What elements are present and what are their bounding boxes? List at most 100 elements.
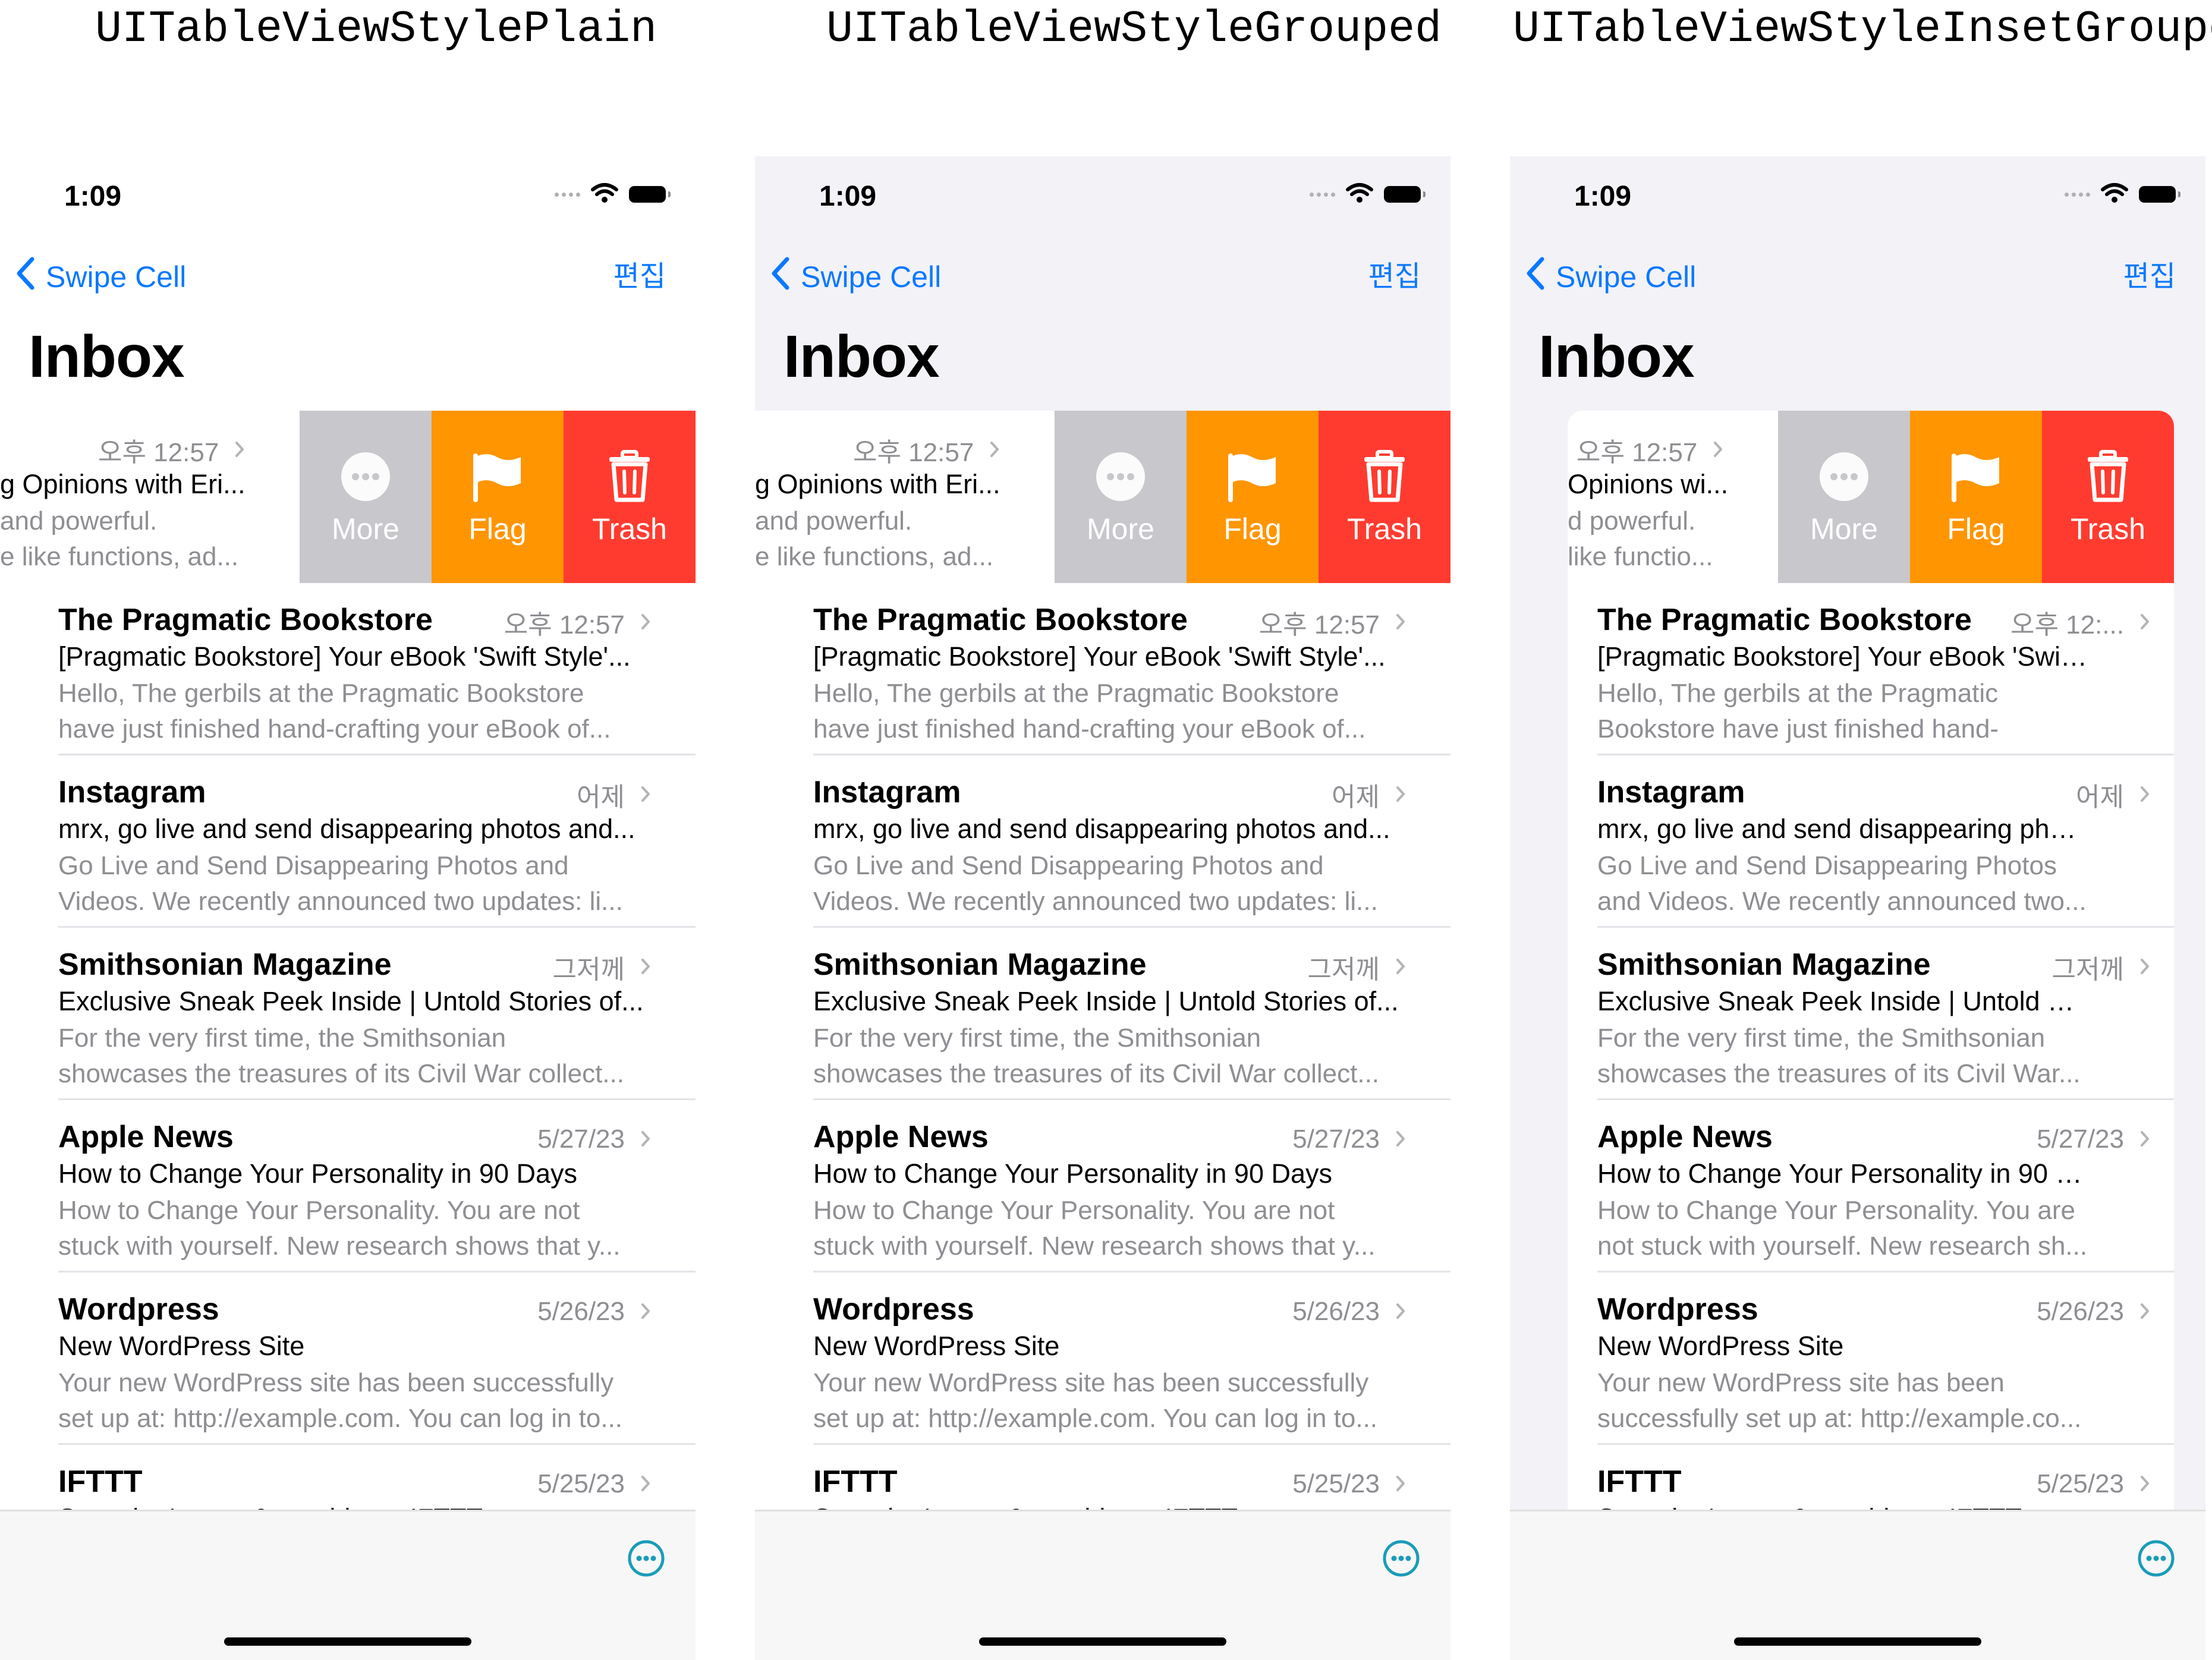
row-sender: The Pragmatic Bookstore: [813, 603, 1188, 637]
row-preview-line2: successfully set up at: http://example.c…: [1597, 1404, 2082, 1433]
trash-action-button[interactable]: Trash: [1319, 411, 1450, 583]
row-date: 5/26/23: [1292, 1294, 1406, 1330]
row-sender: Wordpress: [58, 1292, 219, 1327]
row-sender: Apple News: [1597, 1120, 1773, 1154]
inbox-row[interactable]: The Pragmatic Bookstore 오후 12:57 [Pragma…: [755, 583, 1450, 755]
edit-button[interactable]: 편집: [2123, 256, 2176, 298]
back-button-label: Swipe Cell: [46, 260, 187, 294]
row-subject: mrx, go live and send disappearing photo…: [1597, 814, 2091, 844]
swiped-row-content[interactable]: 오후 12:57 g Opinions with Eri... and powe…: [755, 411, 1055, 583]
battery-icon: [629, 186, 671, 203]
chevron-left-icon: [770, 257, 801, 297]
swiped-row-content[interactable]: 오후 12:57 Opinions wi... d powerful. like…: [1568, 411, 1778, 583]
flag-action-label: Flag: [1223, 512, 1282, 546]
inbox-row[interactable]: The Pragmatic Bookstore 오후 12:... [Pragm…: [1568, 583, 2174, 755]
row-preview-line1: Your new WordPress site has been: [1597, 1368, 2005, 1397]
edit-button[interactable]: 편집: [1368, 256, 1421, 298]
row-subject: Exclusive Sneak Peek Inside | Untold Sto…: [58, 986, 644, 1016]
row-preview-line1: Hello, The gerbils at the Pragmatic Book…: [813, 679, 1339, 708]
flag-icon: [1949, 448, 2003, 506]
row-date: 오후 12:57: [1577, 432, 1723, 468]
inbox-row[interactable]: Instagram 어제 mrx, go live and send disap…: [755, 755, 1450, 928]
chevron-right-icon: [1395, 1124, 1406, 1154]
inbox-row[interactable]: The Pragmatic Bookstore 오후 12:57 [Pragma…: [0, 583, 696, 755]
row-sender: IFTTT: [1597, 1464, 1682, 1499]
flag-action-button[interactable]: Flag: [1187, 411, 1319, 583]
chevron-right-icon: [640, 1124, 651, 1154]
swiped-row[interactable]: 오후 12:57 Opinions wi... d powerful. like…: [1568, 411, 2174, 583]
inbox-row[interactable]: Smithsonian Magazine 그저께 Exclusive Sneak…: [755, 928, 1450, 1100]
swipe-actions: More Flag Trash: [1055, 411, 1450, 583]
flag-action-button[interactable]: Flag: [1910, 411, 2042, 583]
inbox-row[interactable]: Wordpress 5/26/23 New WordPress Site You…: [755, 1272, 1450, 1445]
trash-icon: [2085, 448, 2131, 506]
row-date-label: 5/25/23: [1292, 1469, 1380, 1498]
row-preview-line2: like functio...: [1568, 542, 1713, 571]
swiped-row[interactable]: 오후 12:57 g Opinions with Eri... and powe…: [755, 411, 1450, 583]
page-title: Inbox: [29, 323, 185, 390]
more-action-button[interactable]: More: [1055, 411, 1187, 583]
home-indicator: [1734, 1637, 1981, 1646]
inbox-row[interactable]: Wordpress 5/26/23 New WordPress Site You…: [0, 1272, 696, 1445]
inbox-row[interactable]: Wordpress 5/26/23 New WordPress Site You…: [1568, 1272, 2174, 1445]
row-preview-line2: have just finished hand-crafting your eB…: [58, 714, 611, 744]
edit-button[interactable]: 편집: [613, 256, 666, 298]
ellipsis-circle-icon[interactable]: [627, 1539, 666, 1578]
row-preview-line1: Go Live and Send Disappearing Photos and: [813, 851, 1324, 880]
trash-action-button[interactable]: Trash: [564, 411, 696, 583]
ellipsis-icon: [340, 448, 391, 506]
row-date-label: 5/26/23: [537, 1297, 625, 1326]
row-subject: How to Change Your Personality in 90 Day…: [58, 1158, 578, 1189]
ellipsis-circle-icon[interactable]: [2137, 1539, 2176, 1578]
inbox-list: 오후 12:57 g Opinions with Eri... and powe…: [0, 411, 696, 1617]
row-subject: Opinions wi...: [1568, 469, 1729, 499]
row-subject: g Opinions with Eri...: [755, 469, 1000, 499]
bottom-toolbar: [755, 1510, 1450, 1660]
battery-icon: [1384, 186, 1426, 203]
inbox-list: 오후 12:57 Opinions wi... d powerful. like…: [1510, 411, 2205, 1617]
row-preview-line1: and powerful.: [0, 506, 158, 536]
inbox-row[interactable]: Smithsonian Magazine 그저께 Exclusive Sneak…: [0, 928, 696, 1100]
back-button[interactable]: Swipe Cell: [15, 256, 186, 298]
row-sender: Instagram: [58, 775, 206, 809]
signal-icon: [1310, 192, 1335, 197]
back-button[interactable]: Swipe Cell: [770, 256, 941, 298]
row-preview-line2: e like functions, ad...: [0, 542, 239, 571]
inbox-row[interactable]: Apple News 5/27/23 How to Change Your Pe…: [0, 1100, 696, 1272]
chevron-right-icon: [640, 607, 651, 637]
row-preview-line2: Bookstore have just finished hand-crafti…: [1597, 714, 1999, 744]
row-preview-line1: d powerful.: [1568, 506, 1696, 536]
swiped-row-content[interactable]: 오후 12:57 g Opinions with Eri... and powe…: [0, 411, 300, 583]
row-date-label: 오후 12:57: [504, 610, 625, 640]
row-date: 어제: [2076, 777, 2150, 812]
row-preview-line2: showcases the treasures of its Civil War…: [813, 1059, 1380, 1088]
inbox-row[interactable]: Smithsonian Magazine 그저께 Exclusive Sneak…: [1568, 928, 2174, 1100]
ellipsis-circle-icon[interactable]: [1382, 1539, 1421, 1578]
inbox-row[interactable]: Instagram 어제 mrx, go live and send disap…: [1568, 755, 2174, 928]
trash-action-label: Trash: [2071, 512, 2145, 546]
row-preview-line2: e like functions, ad...: [755, 542, 994, 571]
chevron-right-icon: [2139, 1124, 2150, 1154]
flag-icon: [471, 448, 524, 506]
row-preview-line2: have just finished hand-crafting your eB…: [813, 714, 1366, 744]
inbox-row[interactable]: Instagram 어제 mrx, go live and send disap…: [0, 755, 696, 928]
trash-action-button[interactable]: Trash: [2042, 411, 2174, 583]
row-preview-line1: How to Change Your Personality. You are: [1597, 1196, 2075, 1225]
row-preview-line1: For the very first time, the Smithsonian: [813, 1023, 1261, 1053]
row-date-label: 5/26/23: [1292, 1297, 1380, 1326]
more-action-button[interactable]: More: [300, 411, 432, 583]
row-preview-line1: Go Live and Send Disappearing Photos and: [58, 851, 569, 880]
chevron-right-icon: [1395, 1469, 1406, 1499]
row-date: 5/25/23: [2037, 1466, 2150, 1502]
swiped-row[interactable]: 오후 12:57 g Opinions with Eri... and powe…: [0, 411, 696, 583]
row-date: 5/27/23: [537, 1122, 651, 1157]
flag-action-button[interactable]: Flag: [432, 411, 564, 583]
status-time: 1:09: [64, 181, 122, 212]
chevron-right-icon: [1395, 607, 1406, 637]
back-button[interactable]: Swipe Cell: [1525, 256, 1696, 298]
row-subject: g Opinions with Eri...: [0, 469, 246, 499]
more-action-button[interactable]: More: [1778, 411, 1910, 583]
inbox-row[interactable]: Apple News 5/27/23 How to Change Your Pe…: [1568, 1100, 2174, 1272]
inbox-row[interactable]: Apple News 5/27/23 How to Change Your Pe…: [755, 1100, 1450, 1272]
row-sender: The Pragmatic Bookstore: [58, 603, 433, 637]
